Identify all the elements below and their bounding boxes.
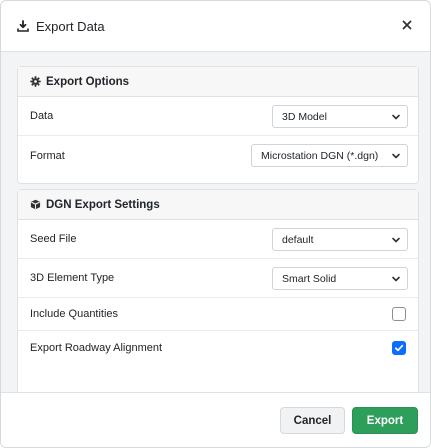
include-quantities-label: Include Quantities [30,308,119,320]
dialog-header: Export Data [1,1,430,52]
seed-file-label: Seed File [30,233,77,245]
roadway-alignment-checkbox[interactable] [392,340,406,355]
element-type-row: 3D Element Type Smart Solid [18,259,418,298]
export-options-card: Export Options Data 3D Model Format Micr… [17,66,419,184]
dgn-settings-header: DGN Export Settings [18,190,418,220]
dialog-footer: Cancel Export [1,392,430,447]
chevron-down-icon [392,276,400,282]
include-quantities-row: Include Quantities [18,298,418,331]
download-icon [17,20,29,32]
dialog-body: Export Options Data 3D Model Format Micr… [1,52,430,421]
data-label: Data [30,110,54,122]
include-quantities-checkbox[interactable] [392,307,406,321]
roadway-alignment-label: Export Roadway Alignment [30,341,163,354]
roadway-alignment-row: Export Roadway Alignment [18,331,418,364]
dgn-settings-card: DGN Export Settings Seed File default 3D… [17,189,419,421]
element-type-select-value: Smart Solid [282,272,337,285]
cancel-button[interactable]: Cancel [280,407,345,434]
seed-file-select-value: default [282,233,314,246]
export-data-dialog: Export Data Export Options Data 3D Model… [0,0,431,448]
format-label: Format [30,149,65,162]
dgn-settings-title: DGN Export Settings [46,198,160,211]
gear-icon [30,76,41,87]
data-row: Data 3D Model [18,97,418,136]
close-icon[interactable] [400,18,414,32]
seed-file-select[interactable]: default [272,228,408,251]
format-row: Format Microstation DGN (*.dgn) [18,136,418,175]
chevron-down-icon [392,237,400,243]
element-type-label: 3D Element Type [30,272,115,284]
data-select[interactable]: 3D Model [272,105,408,128]
export-button[interactable]: Export [352,407,418,434]
element-type-select[interactable]: Smart Solid [272,267,408,290]
data-select-value: 3D Model [282,110,327,123]
export-options-header: Export Options [18,67,418,97]
format-select[interactable]: Microstation DGN (*.dgn) [251,144,408,167]
dialog-title: Export Data [36,18,105,34]
seed-file-row: Seed File default [18,220,418,259]
chevron-down-icon [392,114,400,120]
chevron-down-icon [392,153,400,159]
checkmark-icon [394,344,404,351]
format-select-value: Microstation DGN (*.dgn) [261,149,379,162]
cube-icon [30,199,41,210]
export-options-title: Export Options [46,75,130,88]
